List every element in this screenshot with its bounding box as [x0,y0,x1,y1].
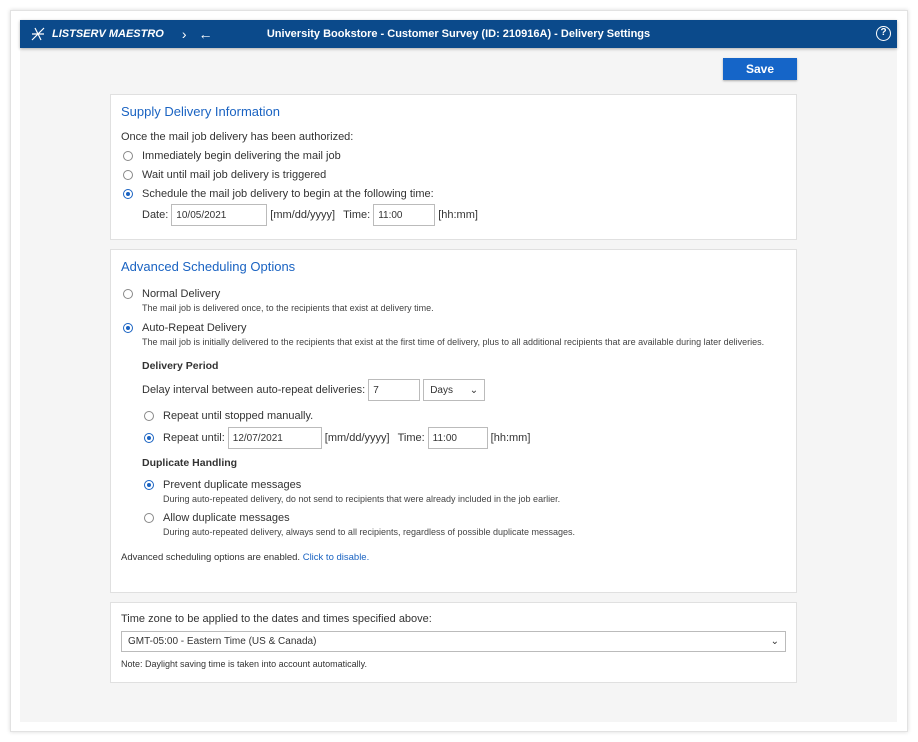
header-bar: LISTSERV MAESTRO › ← University Bookstor… [20,20,897,48]
timezone-label: Time zone to be applied to the dates and… [121,613,432,625]
option-label: Allow duplicate messages [163,511,290,524]
radio-button[interactable] [123,150,133,161]
app: LISTSERV MAESTRO › ← University Bookstor… [20,20,897,722]
option-label: Schedule the mail job delivery to begin … [142,187,434,200]
option-normal-delivery[interactable]: Normal Delivery [121,284,786,303]
time-input[interactable] [373,204,436,226]
selected-value: Days [430,384,453,396]
chevron-right-icon[interactable]: › [182,26,187,42]
interval-input[interactable] [368,379,421,401]
date-format-hint: [mm/dd/yyyy] [270,209,336,221]
option-prevent-duplicates[interactable]: Prevent duplicate messages [142,475,786,494]
radio-button[interactable] [144,410,154,421]
until-date-input[interactable] [227,427,322,449]
until-time-input[interactable] [427,427,488,449]
timezone-note: Note: Daylight saving time is taken into… [121,659,367,669]
save-button[interactable]: Save [723,58,797,80]
date-input[interactable] [171,204,268,226]
option-label: Wait until mail job delivery is triggere… [142,168,327,181]
option-label: Normal Delivery [142,287,221,300]
radio-button[interactable] [144,479,154,490]
option-scheduled[interactable]: Schedule the mail job delivery to begin … [121,184,786,203]
advanced-status-text: Advanced scheduling options are enabled. [121,552,301,563]
brand-name: LISTSERV MAESTRO [52,28,164,40]
option-description: During auto-repeated delivery, do not se… [163,494,561,504]
section-title: Advanced Scheduling Options [121,259,296,274]
selected-value: GMT-05:00 - Eastern Time (US & Canada) [128,636,317,647]
radio-button[interactable] [123,288,133,299]
option-immediate[interactable]: Immediately begin delivering the mail jo… [121,146,786,165]
timezone-panel: Time zone to be applied to the dates and… [110,602,797,683]
interval-label: Delay interval between auto-repeat deliv… [142,384,366,396]
supply-delivery-panel: Supply Delivery Information Once the mai… [110,94,797,240]
chevron-down-icon: ⌄ [469,384,479,396]
time-format-hint: [hh:mm] [438,209,478,221]
radio-button[interactable] [123,188,133,199]
option-label: Repeat until stopped manually. [163,409,314,422]
advanced-scheduling-panel: Advanced Scheduling Options Normal Deliv… [110,249,797,593]
timezone-select[interactable]: GMT-05:00 - Eastern Time (US & Canada) ⌄ [121,631,786,652]
duplicate-handling-title: Duplicate Handling [142,456,238,469]
maestro-logo-icon [31,27,45,41]
chevron-down-icon: ⌄ [770,636,779,647]
disable-advanced-link[interactable]: Click to disable. [303,552,370,563]
date-format-hint: [mm/dd/yyyy] [324,432,390,444]
option-label: Immediately begin delivering the mail jo… [142,149,341,162]
option-description: The mail job is delivered once, to the r… [142,303,434,313]
option-label: Repeat until: [163,432,225,444]
option-repeat-until[interactable]: Repeat until: [mm/dd/yyyy] Time: [hh:mm] [142,425,786,451]
radio-button[interactable] [123,322,133,333]
radio-button[interactable] [144,512,154,523]
option-auto-repeat[interactable]: Auto-Repeat Delivery [121,318,786,337]
date-label: Date: [142,209,169,221]
arrow-left-icon[interactable]: ← [199,26,213,42]
brand-logo[interactable]: LISTSERV MAESTRO [30,26,164,42]
intro-text: Once the mail job delivery has been auth… [121,130,354,143]
option-description: The mail job is initially delivered to t… [142,337,765,347]
option-label: Prevent duplicate messages [163,478,302,491]
interval-unit-select[interactable]: Days ⌄ [423,379,486,401]
option-description: During auto-repeated delivery, always se… [163,527,576,537]
option-repeat-manual[interactable]: Repeat until stopped manually. [142,406,786,425]
time-format-hint: [hh:mm] [490,432,531,444]
radio-button[interactable] [144,433,154,443]
radio-button[interactable] [123,169,133,180]
time-label: Time: [397,432,425,444]
section-title: Supply Delivery Information [121,104,280,119]
delivery-period-title: Delivery Period [142,359,219,372]
option-triggered[interactable]: Wait until mail job delivery is triggere… [121,165,786,184]
option-allow-duplicates[interactable]: Allow duplicate messages [142,508,786,527]
option-label: Auto-Repeat Delivery [142,321,247,334]
time-label: Time: [343,209,371,221]
help-icon[interactable]: ? [876,26,891,41]
